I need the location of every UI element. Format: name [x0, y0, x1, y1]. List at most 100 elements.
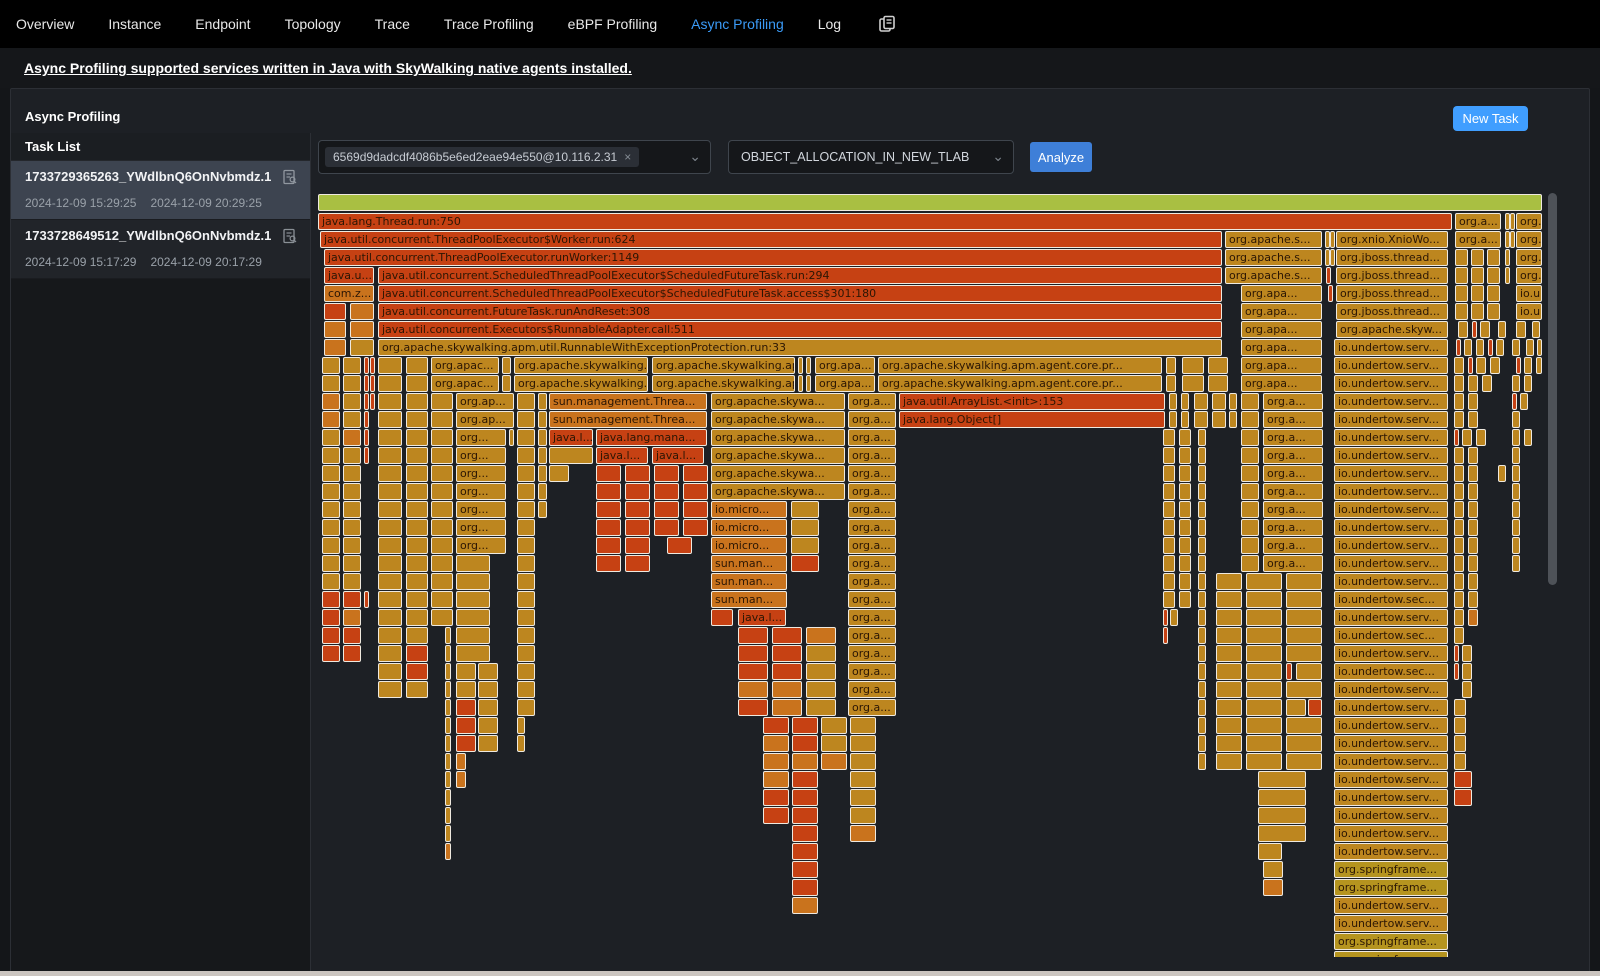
flame-frame[interactable] [1198, 717, 1206, 734]
flame-frame[interactable]: io.undertow.serv... [1334, 483, 1448, 500]
flame-frame[interactable] [431, 573, 453, 590]
flame-frame[interactable]: io.undertow.serv... [1334, 825, 1448, 842]
flame-frame[interactable] [1471, 249, 1484, 266]
flame-frame[interactable] [378, 447, 402, 464]
flame-frame[interactable] [1524, 375, 1532, 392]
flame-frame[interactable]: java.l... [738, 609, 786, 626]
flame-frame[interactable] [324, 339, 346, 356]
flame-frame[interactable]: org... [456, 537, 506, 554]
flame-frame[interactable] [738, 681, 768, 698]
flame-frame[interactable] [1512, 501, 1520, 518]
flame-frame[interactable] [1510, 213, 1515, 230]
flame-frame[interactable] [343, 591, 361, 608]
flame-frame[interactable] [1241, 393, 1259, 410]
flame-frame[interactable] [1163, 447, 1175, 464]
flame-frame[interactable] [1330, 249, 1335, 266]
flame-frame[interactable] [478, 663, 498, 680]
flame-frame[interactable] [772, 627, 802, 644]
flame-frame[interactable] [1241, 411, 1259, 428]
flame-frame[interactable] [1462, 645, 1472, 662]
flame-frame[interactable] [445, 771, 451, 788]
flame-frame[interactable]: org.a... [848, 555, 896, 572]
flame-frame[interactable] [1216, 681, 1242, 698]
flame-frame[interactable]: io.undertow.serv... [1334, 555, 1448, 572]
flame-frame[interactable] [1512, 375, 1520, 392]
flame-frame[interactable] [1229, 411, 1237, 428]
flame-frame[interactable] [806, 663, 836, 680]
flame-frame[interactable]: io.undertow.serv... [1334, 375, 1448, 392]
flame-frame[interactable] [1487, 285, 1500, 302]
flame-frame[interactable] [456, 753, 466, 770]
flame-frame[interactable] [806, 699, 836, 716]
flame-frame[interactable] [364, 591, 369, 608]
flame-frame[interactable]: io.undertow.serv... [1334, 735, 1448, 752]
flame-frame[interactable] [456, 735, 476, 752]
flame-frame[interactable]: org.springframe... [1334, 951, 1448, 957]
flame-frame[interactable]: io.undertow.serv... [1334, 681, 1448, 698]
flame-frame[interactable] [364, 429, 369, 446]
flame-frame[interactable]: org.a... [848, 591, 896, 608]
flame-frame[interactable] [1216, 591, 1242, 608]
flame-frame[interactable] [431, 537, 453, 554]
flame-frame[interactable] [322, 357, 340, 374]
flame-frame[interactable] [1286, 681, 1322, 698]
flame-frame[interactable]: org... [456, 519, 506, 536]
flame-frame[interactable] [1181, 393, 1189, 410]
flame-frame[interactable] [517, 501, 535, 518]
flame-frame[interactable] [1476, 339, 1484, 356]
flame-frame[interactable] [1169, 411, 1177, 428]
flame-frame[interactable]: org.apa... [1241, 285, 1322, 302]
flame-frame[interactable] [763, 771, 789, 788]
flame-frame[interactable] [683, 465, 708, 482]
flame-frame[interactable] [1454, 429, 1459, 446]
flame-frame[interactable] [1468, 393, 1478, 410]
flame-frame[interactable]: org.a... [848, 483, 896, 500]
flame-frame[interactable] [1163, 573, 1175, 590]
flame-frame[interactable] [1198, 519, 1206, 536]
flame-frame[interactable]: org... [456, 447, 506, 464]
flame-frame[interactable]: io.undertow.serv... [1334, 429, 1448, 446]
flame-frame[interactable] [343, 537, 361, 554]
flame-frame[interactable] [445, 753, 451, 770]
flame-frame[interactable] [772, 681, 802, 698]
flame-frame[interactable] [517, 717, 525, 734]
flame-frame[interactable] [792, 753, 818, 770]
flame-frame[interactable] [683, 519, 708, 536]
flame-frame[interactable] [431, 591, 453, 608]
flame-frame[interactable]: sun.man... [711, 555, 787, 572]
flame-frame[interactable] [1258, 825, 1306, 842]
flame-frame[interactable]: org.a... [1263, 465, 1323, 482]
flame-frame[interactable]: org.a... [848, 465, 896, 482]
flame-frame[interactable]: io.undertow.serv... [1334, 753, 1448, 770]
flame-frame[interactable] [654, 501, 679, 518]
flame-frame[interactable]: org.apache.skywa... [711, 483, 845, 500]
flame-frame[interactable]: io.undertow.sec... [1334, 591, 1448, 608]
flame-frame[interactable] [1455, 285, 1468, 302]
flame-frame[interactable]: sun.man... [711, 591, 787, 608]
flame-frame[interactable]: org... [456, 465, 506, 482]
flame-frame[interactable] [806, 357, 811, 374]
flame-frame[interactable] [343, 573, 361, 590]
flame-frame[interactable]: org.a... [848, 429, 896, 446]
flame-frame[interactable] [683, 483, 708, 500]
analyze-button[interactable]: Analyze [1030, 142, 1092, 172]
flame-frame[interactable] [821, 735, 847, 752]
flame-frame[interactable]: io.undertow.sec... [1334, 663, 1448, 680]
flame-frame[interactable] [1286, 573, 1322, 590]
flame-frame[interactable] [1512, 339, 1520, 356]
flame-frame[interactable] [1241, 465, 1259, 482]
flame-frame[interactable] [791, 555, 819, 572]
flame-frame[interactable] [456, 717, 476, 734]
flame-frame[interactable] [1163, 429, 1175, 446]
flame-frame[interactable] [343, 519, 361, 536]
flame-frame[interactable]: java.u... [324, 267, 374, 284]
flame-frame[interactable] [1166, 357, 1176, 374]
flame-frame[interactable]: io.undertow.serv... [1334, 573, 1448, 590]
flame-frame[interactable] [517, 483, 535, 500]
flame-frame[interactable]: org.a... [1263, 537, 1323, 554]
flame-frame[interactable] [1286, 609, 1322, 626]
flame-frame[interactable] [596, 555, 621, 572]
flame-frame[interactable] [1296, 663, 1322, 680]
flame-frame[interactable]: java.lang.Object[] [899, 411, 1165, 428]
task-list-item[interactable]: 1733729365263_YWdlbnQ6OnNvbmdz.12024-12-… [11, 161, 310, 220]
